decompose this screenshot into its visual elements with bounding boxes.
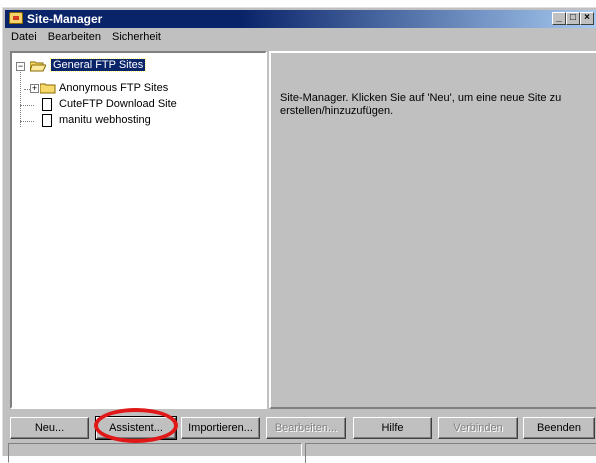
tree-item-cuteftp-download-site[interactable]: CuteFTP Download Site xyxy=(34,97,254,113)
app-icon xyxy=(9,12,23,24)
tree-line xyxy=(20,121,34,122)
close-icon[interactable]: × xyxy=(580,12,594,25)
document-icon xyxy=(42,114,52,127)
highlight-circle xyxy=(94,408,178,443)
expand-icon[interactable]: + xyxy=(30,84,39,93)
new-button[interactable]: Neu... xyxy=(10,417,89,439)
help-button-label: Hilfe xyxy=(381,422,404,434)
import-button-label: Importieren... xyxy=(188,422,253,434)
menu-datei[interactable]: Datei xyxy=(11,31,37,43)
minimize-icon[interactable]: _ xyxy=(552,12,566,25)
edit-button-label: Bearbeiten... xyxy=(274,422,338,434)
detail-text: Site-Manager. Klicken Sie auf 'Neu', um … xyxy=(280,92,562,117)
detail-panel: Site-Manager. Klicken Sie auf 'Neu', um … xyxy=(269,51,596,409)
site-tree[interactable]: − General FTP Sites + Anonymous FTP Site… xyxy=(10,51,267,409)
edit-button[interactable]: Bearbeiten... xyxy=(266,417,346,439)
folder-open-icon xyxy=(30,61,46,72)
title-bar[interactable]: Site-Manager _ □ × xyxy=(5,10,596,28)
folder-icon xyxy=(40,83,56,94)
connect-button[interactable]: Verbinden xyxy=(438,417,518,439)
tree-line xyxy=(20,67,21,127)
import-button[interactable]: Importieren... xyxy=(181,417,260,439)
connect-button-label: Verbinden xyxy=(453,422,503,434)
window-title: Site-Manager xyxy=(27,12,103,26)
status-bar-left xyxy=(8,443,302,463)
collapse-icon[interactable]: − xyxy=(16,62,25,71)
tree-label: CuteFTP Download Site xyxy=(59,98,177,110)
tree-item-anonymous-ftp-sites[interactable]: + Anonymous FTP Sites xyxy=(30,81,254,97)
maximize-icon[interactable]: □ xyxy=(566,12,580,25)
tree-item-manitu-webhosting[interactable]: manitu webhosting xyxy=(34,113,254,129)
help-button[interactable]: Hilfe xyxy=(353,417,432,439)
exit-button[interactable]: Beenden xyxy=(523,417,595,439)
document-icon xyxy=(42,98,52,111)
tree-label: General FTP Sites xyxy=(49,58,147,72)
exit-button-label: Beenden xyxy=(536,422,582,434)
menu-sicherheit[interactable]: Sicherheit xyxy=(112,31,161,43)
site-manager-window: Site-Manager _ □ × Datei Bearbeiten Sich… xyxy=(2,7,596,463)
tree-line xyxy=(20,105,34,106)
menu-bar: Datei Bearbeiten Sicherheit xyxy=(11,31,169,47)
menu-bearbeiten[interactable]: Bearbeiten xyxy=(48,31,101,43)
tree-item-general-ftp-sites[interactable]: − General FTP Sites xyxy=(16,58,256,75)
status-bar-right xyxy=(305,443,596,463)
new-button-label: Neu... xyxy=(34,422,65,434)
tree-label: manitu webhosting xyxy=(59,114,151,126)
tree-label: Anonymous FTP Sites xyxy=(59,82,169,94)
